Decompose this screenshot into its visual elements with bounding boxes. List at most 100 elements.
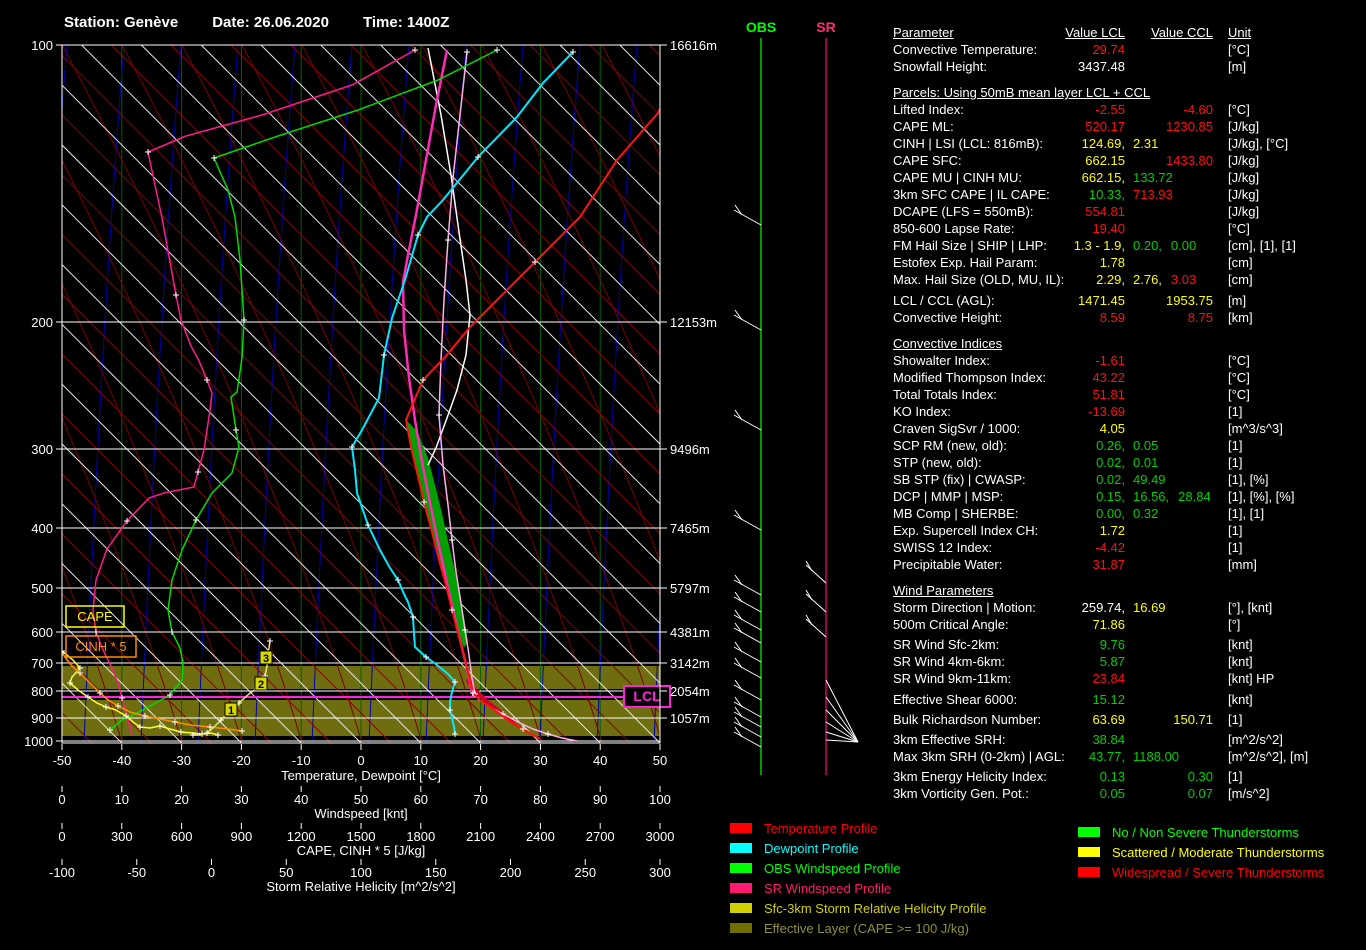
value-lcl: 0.02, — [1096, 472, 1125, 487]
legend-swatch — [730, 903, 752, 913]
legend-item: Scattered / Moderate Thunderstorms — [1078, 842, 1324, 862]
axis-label: 600 — [171, 829, 193, 844]
axis-label: 4381m — [670, 625, 710, 640]
legend-swatch — [1078, 827, 1100, 837]
axis-label: 16616m — [670, 38, 717, 53]
dry-adiabat-line — [842, 45, 890, 743]
value-extra: 2.76, 3.03 — [1133, 272, 1197, 287]
value-ccl: -4.60 — [1183, 102, 1213, 117]
axis-label: 300 — [31, 442, 53, 457]
value-extra: 713.93 — [1133, 187, 1173, 202]
parameter-row: Precipitable Water: 31.87 [mm] — [893, 556, 1363, 573]
axis-label: -40 — [112, 753, 131, 768]
axis-label: 50 — [279, 865, 293, 880]
value-extra: 0.32 — [1133, 506, 1159, 521]
axis-label: 1200 — [287, 829, 316, 844]
unit-label: [m^3/s^3] — [1228, 421, 1283, 436]
unit-label: [1] — [1228, 769, 1243, 784]
axis-label: CINH * 5 — [75, 639, 126, 654]
unit-label: [°], [knt] — [1228, 600, 1273, 615]
axis-label: 30 — [234, 792, 248, 807]
axis-label: 100 — [31, 38, 53, 53]
moist-adiabat-line — [825, 45, 865, 743]
isotherm-minor-line — [62, 413, 392, 743]
legend-swatch — [730, 923, 752, 933]
axis-label: 3 — [263, 653, 269, 665]
plot-area: 1 2 3 — [62, 45, 890, 743]
axis-label: 700 — [31, 656, 53, 671]
parameter-row: 3km Energy Helicity Index: 0.13 0.30 [1] — [893, 768, 1363, 785]
parameter-row: SWISS 12 Index: -4.42 [1] — [893, 539, 1363, 556]
parameter-row: Craven SigSvr / 1000: 4.05 [m^3/s^3] — [893, 420, 1363, 437]
value-lcl: 3437.48 — [1078, 59, 1125, 74]
parameter-row: Effective Shear 6000: 15.12 [knt] — [893, 691, 1363, 708]
unit-label: [J/kg] — [1228, 204, 1260, 219]
value-extra: 0.20, 0.00 — [1133, 238, 1197, 253]
legend-swatch — [730, 843, 752, 853]
parameter-row: Modified Thompson Index: 43.22 [°C] — [893, 369, 1363, 386]
axis-label: 500 — [31, 581, 53, 596]
value-extra: 49.49 — [1133, 472, 1166, 487]
axis-label: 20 — [174, 792, 188, 807]
axis-label: Storm Relative Helicity [m^2/s^2] — [266, 879, 455, 894]
isotherm-minor-line — [62, 353, 452, 743]
legend-label: No / Non Severe Thunderstorms — [1112, 824, 1299, 840]
wind-barbs — [733, 204, 859, 748]
legend-item: Temperature Profile — [730, 818, 987, 838]
parameter-row: STP (new, old): 0.02, 0.01 [1] — [893, 454, 1363, 471]
value-lcl: -13.69 — [1088, 404, 1125, 419]
value-lcl: -1.61 — [1095, 353, 1125, 368]
value-lcl: 15.12 — [1092, 692, 1125, 707]
legend-label: OBS Windspeed Profile — [764, 860, 901, 876]
axis-label: 900 — [31, 711, 53, 726]
skewt-diagram: 123CAPECINH * 5LCL1002003004005006007008… — [24, 19, 890, 894]
unit-label: [°C] — [1228, 42, 1250, 57]
parameter-row: 500m Critical Angle: 71.86 [°] — [893, 616, 1363, 633]
sr-column-label: SR — [816, 19, 835, 35]
parameter-row: 850-600 Lapse Rate: 19.40 [°C] — [893, 220, 1363, 237]
axis-label: 800 — [31, 684, 53, 699]
parameter-row: Max 3km SRH (0-2km) | AGL: 43.77, 1188.00[… — [893, 748, 1363, 765]
cinh-label-box: CINH * 5 — [65, 635, 137, 658]
legend-label: Dewpoint Profile — [764, 840, 859, 856]
isotherm-line — [141, 45, 660, 565]
parameter-row: SCP RM (new, old): 0.26, 0.05 [1] — [893, 437, 1363, 454]
dry-adiabat-line — [481, 45, 660, 415]
axis-label: 0 — [208, 865, 215, 880]
axis-label: 600 — [31, 625, 53, 640]
windspeed-axis: 0 10 20 30 40 50 60 70 80 90 100 Windspeed [knt] — [58, 786, 671, 821]
legend-label: SR Windspeed Profile — [764, 880, 892, 896]
parameter-row: DCAPE (LFS = 550mB): 554.81 [J/kg] — [893, 203, 1363, 220]
unit-label: [1] — [1228, 523, 1243, 538]
isotherm-minor-line — [350, 45, 660, 356]
parameter-row: Estofex Exp. Hail Param: 1.78 [cm] — [893, 254, 1363, 271]
axis-label: 0 — [357, 753, 364, 768]
value-lcl: 0.26, — [1096, 438, 1125, 453]
parameter-row: Exp. Supercell Index CH: 1.72 [1] — [893, 522, 1363, 539]
unit-label: [m^2/s^2] — [1228, 732, 1283, 747]
unit-label: [1], [%] — [1228, 472, 1269, 487]
temperature-axis: -50 -40 -30 -20 -10 0 10 20 30 40 50 Temperature, D… — [53, 744, 667, 783]
axis-label: LCL — [633, 688, 661, 704]
value-lcl: 43.77, — [1088, 749, 1125, 764]
value-lcl: 71.86 — [1092, 617, 1125, 632]
parameter-row: FM Hail Size | SHIP | LHP: 1.3 - 1.9, 0.20… — [893, 237, 1363, 254]
parameter-row: Bulk Richardson Number: 63.69 150.71 [1] — [893, 711, 1363, 728]
unit-label: [°] — [1228, 617, 1241, 632]
parameter-row: CAPE SFC: 662.15 1433.80 [J/kg] — [893, 152, 1363, 169]
section-header: Convective Indices — [893, 336, 1003, 351]
unit-label: [J/kg] — [1228, 187, 1260, 202]
value-ccl: 0.07 — [1187, 786, 1213, 801]
axis-label: 200 — [500, 865, 522, 880]
axis-label: 250 — [574, 865, 596, 880]
col-unit: Unit — [1228, 25, 1252, 40]
value-lcl: 38.84 — [1092, 732, 1125, 747]
parameter-row: SB STP (fix) | CWASP: 0.02, 49.49 [1], [%] — [893, 471, 1363, 488]
value-lcl: 23.84 — [1092, 671, 1125, 686]
legend-label: Widespread / Severe Thunderstorms — [1112, 864, 1325, 880]
parameter-row: MB Comp | SHERBE: 0.00, 0.32 [1], [1] — [893, 505, 1363, 522]
unit-label: [°C] — [1228, 387, 1250, 402]
value-lcl: 259.74, — [1081, 600, 1125, 615]
unit-label: [J/kg] — [1228, 119, 1260, 134]
parcel-lcl-profile — [436, 49, 578, 742]
